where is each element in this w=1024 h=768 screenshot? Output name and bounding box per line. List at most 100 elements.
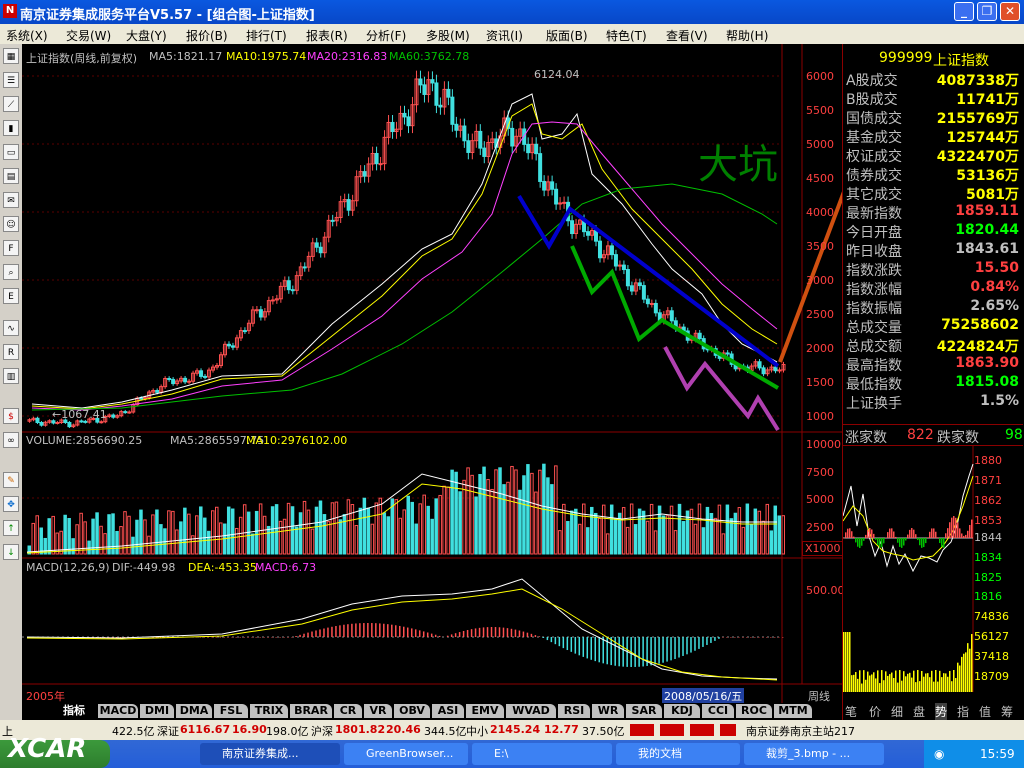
menu-system[interactable]: 系统(X) [6, 27, 48, 44]
tab-wvad[interactable]: WVAD [506, 704, 556, 718]
timeframe-label[interactable]: 周线 [808, 688, 830, 704]
start-button[interactable]: XCAR [0, 734, 110, 768]
tray-icon[interactable]: ◉ [934, 747, 944, 761]
volume-bar [406, 495, 410, 555]
candle [434, 82, 439, 106]
close-button[interactable]: ✕ [1000, 2, 1020, 21]
tab-indicator[interactable]: 指标 [52, 704, 96, 718]
candle [402, 112, 407, 118]
minimize-button[interactable]: _ [954, 2, 974, 21]
people-icon[interactable]: ☺ [3, 216, 19, 232]
news-icon[interactable]: ✉ [3, 192, 19, 208]
down-arrow-icon[interactable]: ↓ [3, 544, 19, 560]
tab-trend[interactable]: 势 [935, 703, 948, 720]
task-app[interactable]: 南京证券集成... [200, 743, 340, 765]
intraday-strength-bar [913, 529, 915, 538]
link-icon[interactable]: ∞ [3, 432, 19, 448]
intraday-volume-bar [913, 670, 915, 692]
task-documents[interactable]: 我的文档 [616, 743, 740, 765]
candle [450, 96, 455, 125]
dollar-icon[interactable]: $ [3, 408, 19, 424]
macd-bar [562, 637, 565, 649]
tab-price[interactable]: 价 [869, 703, 881, 720]
tab-kdj[interactable]: KDJ [664, 704, 700, 718]
kline-icon[interactable]: ▮ [3, 120, 19, 136]
etf-icon[interactable]: E [3, 288, 19, 304]
candle [430, 79, 435, 84]
status-hs-label: 沪深 [311, 725, 333, 738]
volume-bar [777, 515, 782, 555]
tab-fsl[interactable]: FSL [214, 704, 248, 718]
tab-asi[interactable]: ASI [432, 704, 464, 718]
bar-icon[interactable]: ▥ [3, 368, 19, 384]
search-icon[interactable]: ⌕ [3, 264, 19, 280]
tab-macd[interactable]: MACD [98, 704, 138, 718]
macd-bar [702, 637, 704, 647]
intraday-volume-bar [865, 679, 867, 692]
wave-icon[interactable]: ∿ [3, 320, 19, 336]
window-icon[interactable]: ▭ [3, 144, 19, 160]
intraday-strength-bar [919, 538, 921, 546]
tab-obv[interactable]: OBV [394, 704, 430, 718]
restore-button[interactable]: ❐ [977, 2, 997, 21]
tab-brar[interactable]: BRAR [290, 704, 332, 718]
tab-ticks[interactable]: 笔 [845, 703, 857, 720]
tab-cr[interactable]: CR [334, 704, 362, 718]
list-icon[interactable]: ☰ [3, 72, 19, 88]
status-zx-change: 12.77 [544, 723, 579, 736]
menu-market[interactable]: 大盘(Y) [126, 27, 167, 44]
menu-view[interactable]: 查看(V) [666, 27, 708, 44]
tab-detail[interactable]: 细 [891, 703, 903, 720]
volume-bar [338, 519, 343, 555]
tab-rsi[interactable]: RSI [558, 704, 590, 718]
grid-icon[interactable]: ▦ [3, 48, 19, 64]
f10-icon[interactable]: F [3, 240, 19, 256]
candle [314, 242, 319, 248]
tab-dma[interactable]: DMA [176, 704, 212, 718]
tab-vr[interactable]: VR [364, 704, 392, 718]
menu-layout[interactable]: 版面(B) [546, 27, 588, 44]
pencil-icon[interactable]: ✎ [3, 472, 19, 488]
quote-row-label: 债券成交 [846, 168, 902, 184]
quote-row-label: 指数涨幅 [846, 282, 902, 298]
tab-roc[interactable]: ROC [736, 704, 772, 718]
candle [67, 421, 72, 428]
tab-mtm[interactable]: MTM [774, 704, 812, 718]
tab-sar[interactable]: SAR [626, 704, 662, 718]
menu-news[interactable]: 资讯(I) [486, 27, 523, 44]
tab-value[interactable]: 值 [979, 703, 991, 720]
volume-bar [159, 524, 163, 555]
volume-bar [414, 523, 418, 555]
status-sz-change: 16.90 [232, 723, 267, 736]
volume-bar [609, 504, 614, 555]
menu-analysis[interactable]: 分析(F) [366, 27, 406, 44]
tab-wr[interactable]: WR [592, 704, 624, 718]
volume-bar [454, 471, 458, 555]
tab-index[interactable]: 指 [957, 703, 969, 720]
task-explorer[interactable]: E:\ [472, 743, 612, 765]
menu-trade[interactable]: 交易(W) [66, 27, 111, 44]
macd-bar [774, 637, 776, 638]
menu-help[interactable]: 帮助(H) [726, 27, 768, 44]
menu-report[interactable]: 报表(R) [306, 27, 348, 44]
menu-quote[interactable]: 报价(B) [186, 27, 228, 44]
menu-rank[interactable]: 排行(T) [246, 27, 287, 44]
tab-book[interactable]: 盘 [913, 703, 925, 720]
task-browser[interactable]: GreenBrowser... [344, 743, 468, 765]
tab-trix[interactable]: TRIX [250, 704, 288, 718]
tab-chips[interactable]: 筹 [1001, 703, 1013, 720]
tab-cci[interactable]: CCI [702, 704, 734, 718]
intraday-strength-bar [965, 534, 967, 538]
up-arrow-icon[interactable]: ↑ [3, 520, 19, 536]
rsi-icon[interactable]: R [3, 344, 19, 360]
menu-multistock[interactable]: 多股(M) [426, 27, 470, 44]
move-icon[interactable]: ✥ [3, 496, 19, 512]
tab-dmi[interactable]: DMI [140, 704, 174, 718]
line-chart-icon[interactable]: ⟋ [3, 96, 19, 112]
menu-special[interactable]: 特色(T) [606, 27, 647, 44]
system-tray: ◉ 15:59 [924, 740, 1024, 768]
intraday-strength-bar [905, 538, 907, 541]
task-image[interactable]: 裁剪_3.bmp - ... [744, 743, 884, 765]
tab-emv[interactable]: EMV [466, 704, 504, 718]
report-icon[interactable]: ▤ [3, 168, 19, 184]
